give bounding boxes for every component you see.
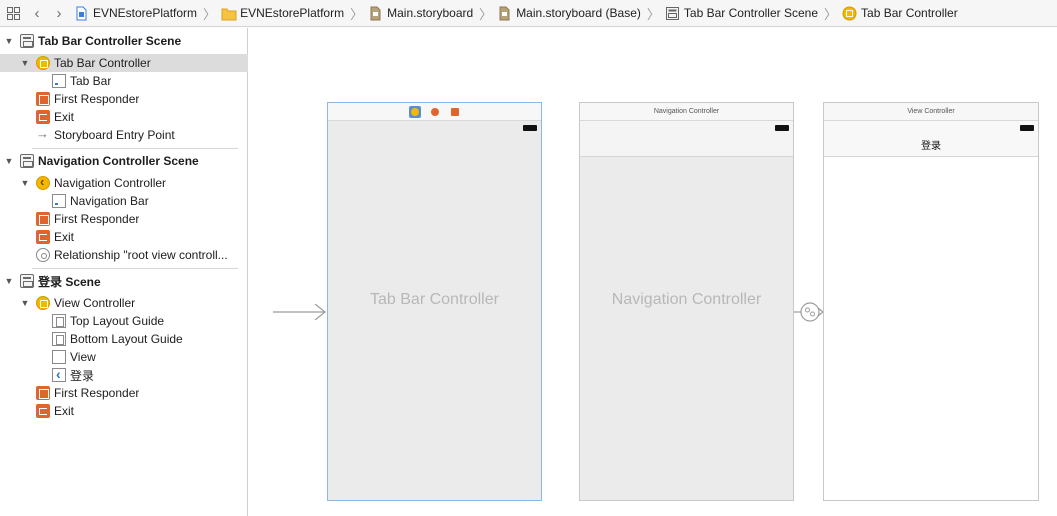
first-responder-icon — [36, 92, 50, 106]
storyboard-file-icon — [368, 6, 383, 21]
folder-icon — [221, 6, 237, 21]
battery-icon — [523, 125, 537, 131]
disclosure-triangle-icon[interactable]: ▼ — [20, 298, 30, 308]
document-outline: ▼ Tab Bar Controller Scene ▼ Tab Bar Con… — [0, 28, 248, 516]
tab-bar-controller-icon[interactable] — [408, 106, 421, 118]
scene-icon — [20, 34, 34, 48]
navigation-bar-icon — [52, 194, 66, 208]
layout-guide-icon — [52, 314, 66, 328]
storyboard-canvas[interactable]: Tab Bar Controller Navigation Controller… — [249, 28, 1057, 516]
outline-scene-navigation-controller[interactable]: ▼ Navigation Controller Scene — [0, 152, 248, 170]
view-icon — [52, 350, 66, 364]
outline-item-navigation-item[interactable]: 登录 — [0, 366, 248, 384]
back-icon[interactable]: ‹ — [26, 0, 48, 27]
entry-point-arrow-icon — [36, 126, 50, 142]
exit-icon — [36, 404, 50, 418]
disclosure-triangle-icon[interactable]: ▼ — [4, 36, 14, 46]
scene-placeholder-title: Tab Bar Controller — [370, 291, 499, 308]
exit-icon[interactable] — [449, 106, 461, 118]
outline-item-navigation-controller[interactable]: ▼ Navigation Controller — [0, 174, 248, 192]
outline-item-tab-bar[interactable]: Tab Bar — [0, 72, 248, 90]
outline-item-bottom-layout-guide[interactable]: Bottom Layout Guide — [0, 330, 248, 348]
navigation-item-icon — [52, 366, 66, 382]
outline-item-exit[interactable]: Exit — [0, 402, 248, 420]
breadcrumb-project[interactable]: EVNEstorePlatform 〉 — [70, 0, 217, 27]
tab-bar-controller-icon — [36, 56, 50, 70]
exit-icon — [36, 230, 50, 244]
view-controller-icon — [36, 296, 50, 310]
outline-item-view[interactable]: View — [0, 348, 248, 366]
outline-item-first-responder[interactable]: First Responder — [0, 384, 248, 402]
navigation-controller-scene[interactable]: Navigation Controller Navigation Control… — [579, 102, 794, 501]
view-controller-scene[interactable]: View Controller 登录 — [823, 102, 1039, 501]
disclosure-triangle-icon[interactable]: ▼ — [20, 58, 30, 68]
first-responder-icon[interactable] — [429, 106, 441, 118]
outline-item-first-responder[interactable]: First Responder — [0, 90, 248, 108]
first-responder-icon — [36, 212, 50, 226]
storyboard-file-icon — [497, 6, 512, 21]
jump-bar: ‹ › EVNEstorePlatform 〉 EVNEstorePlatform… — [0, 0, 1057, 27]
tab-bar-icon — [52, 74, 66, 88]
tab-bar-controller-icon — [842, 6, 857, 21]
outline-item-first-responder[interactable]: First Responder — [0, 210, 248, 228]
outline-item-exit[interactable]: Exit — [0, 228, 248, 246]
related-items-icon[interactable] — [0, 0, 26, 27]
breadcrumb-storyboard-base[interactable]: Main.storyboard (Base) 〉 — [493, 0, 661, 27]
scene-icon — [20, 274, 34, 288]
divider — [32, 148, 238, 149]
layout-guide-icon — [52, 332, 66, 346]
disclosure-triangle-icon[interactable]: ▼ — [20, 178, 30, 188]
scene-dock-label: View Controller — [824, 103, 1038, 121]
outline-item-view-controller[interactable]: ▼ View Controller — [0, 294, 248, 312]
outline-item-exit[interactable]: Exit — [0, 108, 248, 126]
outline-item-top-layout-guide[interactable]: Top Layout Guide — [0, 312, 248, 330]
outline-item-navigation-bar[interactable]: Navigation Bar — [0, 192, 248, 210]
breadcrumb-folder[interactable]: EVNEstorePlatform 〉 — [217, 0, 364, 27]
breadcrumb-storyboard[interactable]: Main.storyboard 〉 — [364, 0, 493, 27]
tab-bar-controller-scene[interactable]: Tab Bar Controller — [327, 102, 542, 501]
disclosure-triangle-icon[interactable]: ▼ — [4, 156, 14, 166]
scene-dock — [328, 103, 541, 121]
battery-icon — [775, 125, 789, 131]
relationship-segue-icon[interactable] — [794, 300, 824, 324]
disclosure-triangle-icon[interactable]: ▼ — [4, 276, 14, 286]
breadcrumb-controller[interactable]: Tab Bar Controller — [838, 0, 958, 27]
outline-item-tab-bar-controller[interactable]: ▼ Tab Bar Controller — [0, 54, 248, 72]
battery-icon — [1020, 125, 1034, 131]
outline-scene-login[interactable]: ▼ 登录 Scene — [0, 272, 248, 290]
navigation-bar: 登录 — [824, 121, 1038, 157]
storyboard-entry-arrow-icon[interactable] — [273, 304, 327, 320]
outline-item-entry-point[interactable]: Storyboard Entry Point — [0, 126, 248, 144]
navigation-title: 登录 — [921, 141, 941, 152]
navigation-controller-icon — [36, 174, 50, 190]
scene-icon — [665, 6, 680, 21]
scene-icon — [20, 154, 34, 168]
navigation-bar — [580, 121, 793, 157]
breadcrumb-scene[interactable]: Tab Bar Controller Scene 〉 — [661, 0, 838, 27]
project-file-icon — [74, 6, 89, 21]
relationship-segue-icon — [36, 248, 50, 262]
scene-dock-label: Navigation Controller — [580, 103, 793, 121]
exit-icon — [36, 110, 50, 124]
divider — [32, 268, 238, 269]
forward-icon[interactable]: › — [48, 0, 70, 27]
first-responder-icon — [36, 386, 50, 400]
outline-item-relationship[interactable]: Relationship "root view controll... — [0, 246, 248, 264]
scene-placeholder-title: Navigation Controller — [611, 291, 762, 308]
outline-scene-tab-bar-controller[interactable]: ▼ Tab Bar Controller Scene — [0, 32, 248, 50]
